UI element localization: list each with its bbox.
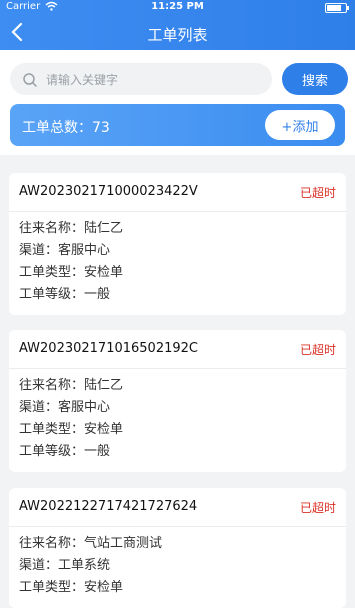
field-row: 渠道：客服中心 [19, 240, 346, 262]
field-value: 气站工商测试 [84, 536, 163, 551]
order-code: AW202302171000023422V [19, 184, 198, 199]
add-button[interactable]: +添加 [265, 110, 335, 140]
field-row: 工单类型：安检单 [19, 262, 346, 284]
field-value: 客服中心 [58, 400, 111, 415]
status-time: 11:25 PM [151, 1, 204, 12]
field-row: 渠道：客服中心 [19, 397, 346, 419]
search-input[interactable] [44, 63, 268, 97]
field-label: 工单类型： [19, 422, 85, 437]
order-card-header: AW202302171016502192C 已超时 [9, 330, 346, 369]
search-section: 搜索 工单总数：73 +添加 [0, 50, 355, 155]
field-label: 往来名称： [19, 378, 85, 393]
field-row: 往来名称：陆仁乙 [19, 218, 346, 240]
field-label: 工单等级： [19, 287, 85, 302]
header: Carrier 11:25 PM 工单列表 [0, 0, 355, 50]
field-value: 一般 [84, 287, 111, 302]
order-card-header: AW202302171000023422V 已超时 [9, 173, 346, 212]
field-value: 陆仁乙 [84, 378, 124, 393]
search-field[interactable] [10, 63, 272, 97]
order-card[interactable]: AW202302171000023422V 已超时 往来名称：陆仁乙 渠道：客服… [9, 173, 346, 315]
total-count: 工单总数：73 [22, 120, 110, 136]
field-value: 安检单 [84, 580, 124, 595]
field-value: 安检单 [84, 265, 124, 280]
status-bar: Carrier 11:25 PM [0, 0, 355, 14]
field-value: 工单系统 [58, 558, 111, 573]
field-value: 一般 [84, 444, 111, 459]
order-card-header: AW2022122717421727624 已超时 [9, 488, 346, 527]
field-row: 渠道：工单系统 [19, 555, 346, 577]
field-row: 工单等级：一般 [19, 284, 346, 306]
field-value: 客服中心 [58, 243, 111, 258]
order-card[interactable]: AW2022122717421727624 已超时 往来名称：气站工商测试 渠道… [9, 488, 346, 608]
summary-bar: 工单总数：73 +添加 [10, 104, 345, 146]
field-label: 渠道： [19, 558, 59, 573]
field-label: 渠道： [19, 400, 59, 415]
field-label: 往来名称： [19, 536, 85, 551]
field-label: 渠道： [19, 243, 59, 258]
order-code: AW2022122717421727624 [19, 499, 198, 514]
field-row: 工单等级：一般 [19, 441, 346, 463]
field-row: 往来名称：陆仁乙 [19, 375, 346, 397]
order-code: AW202302171016502192C [19, 341, 198, 356]
search-button[interactable]: 搜索 [282, 63, 348, 95]
field-row: 往来名称：气站工商测试 [19, 533, 346, 555]
field-label: 工单类型： [19, 580, 85, 595]
field-value: 安检单 [84, 422, 124, 437]
field-label: 往来名称： [19, 221, 85, 236]
field-row: 工单类型：安检单 [19, 577, 346, 599]
field-value: 陆仁乙 [84, 221, 124, 236]
field-label: 工单等级： [19, 444, 85, 459]
page-title: 工单列表 [147, 26, 208, 44]
status-badge: 已超时 [299, 343, 336, 357]
status-badge: 已超时 [299, 186, 336, 200]
field-row: 工单类型：安检单 [19, 419, 346, 441]
order-card[interactable]: AW202302171016502192C 已超时 往来名称：陆仁乙 渠道：客服… [9, 330, 346, 472]
field-label: 工单类型： [19, 265, 85, 280]
search-icon [23, 73, 37, 87]
status-badge: 已超时 [299, 501, 336, 515]
battery-icon [325, 3, 349, 13]
